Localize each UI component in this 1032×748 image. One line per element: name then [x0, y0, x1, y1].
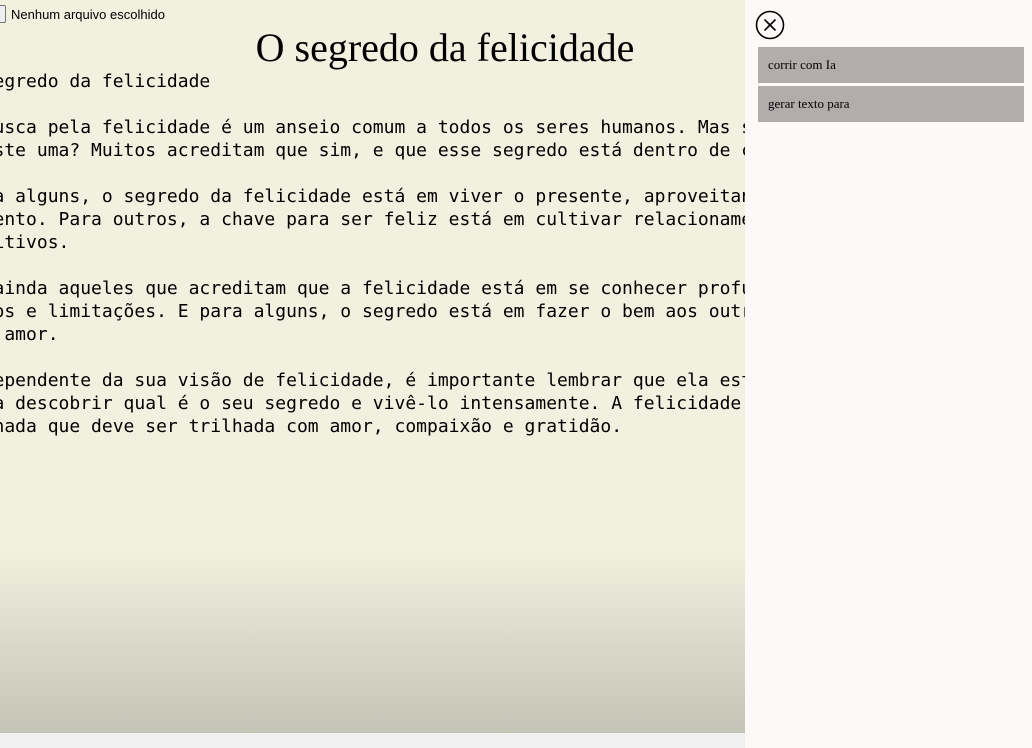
document-paragraph: Para alguns, o segredo da felicidade est…	[0, 185, 745, 254]
paragraph-line: Há ainda aqueles que acreditam que a fel…	[0, 278, 745, 299]
menu-item-label: corrir com Ia	[768, 57, 836, 72]
document-paragraph: O segredo da felicidade	[0, 70, 745, 93]
paragraph-line: Para alguns, o segredo da felicidade est…	[0, 186, 745, 207]
paragraph-line: medos e limitações. E para alguns, o seg…	[0, 301, 745, 322]
document-paragraph: A busca pela felicidade é um anseio comu…	[0, 116, 745, 162]
paragraph-line: para descobrir qual é o seu segredo e vi…	[0, 393, 745, 414]
horizontal-scrollbar[interactable]	[0, 733, 745, 748]
document-paragraph: Independente da sua visão de felicidade,…	[0, 369, 745, 438]
paragraph-line: existe uma? Muitos acreditam que sim, e …	[0, 140, 745, 161]
paragraph-line: momento. Para outros, a chave para ser f…	[0, 209, 745, 230]
sidebar: corrir com Ia gerar texto para	[745, 0, 1032, 748]
document-area: Nenhum arquivo escolhido O segredo da fe…	[0, 0, 745, 733]
file-input[interactable]: Nenhum arquivo escolhido	[0, 4, 165, 24]
document-text: O segredo da felicidade A busca pela feli…	[0, 70, 745, 461]
menu-item-gerar-texto[interactable]: gerar texto para	[758, 86, 1024, 122]
choose-file-button[interactable]	[0, 5, 6, 23]
paragraph-line: Independente da sua visão de felicidade,…	[0, 370, 745, 391]
file-status-text: Nenhum arquivo escolhido	[11, 6, 165, 22]
menu-item-label: gerar texto para	[768, 96, 850, 111]
menu-item-corrir-com-ia[interactable]: corrir com Ia	[758, 47, 1024, 83]
paragraph-line: jornada que deve ser trilhada com amor, …	[0, 416, 623, 437]
paragraph-line: com amor.	[4, 324, 59, 345]
close-icon[interactable]	[755, 10, 785, 40]
paragraph-line: positivos.	[0, 232, 70, 253]
paragraph-line: A busca pela felicidade é um anseio comu…	[0, 117, 745, 138]
page-title: O segredo da felicidade	[255, 25, 635, 70]
paragraph-line: O segredo da felicidade	[0, 71, 211, 92]
document-paragraph: Há ainda aqueles que acreditam que a fel…	[0, 277, 745, 346]
